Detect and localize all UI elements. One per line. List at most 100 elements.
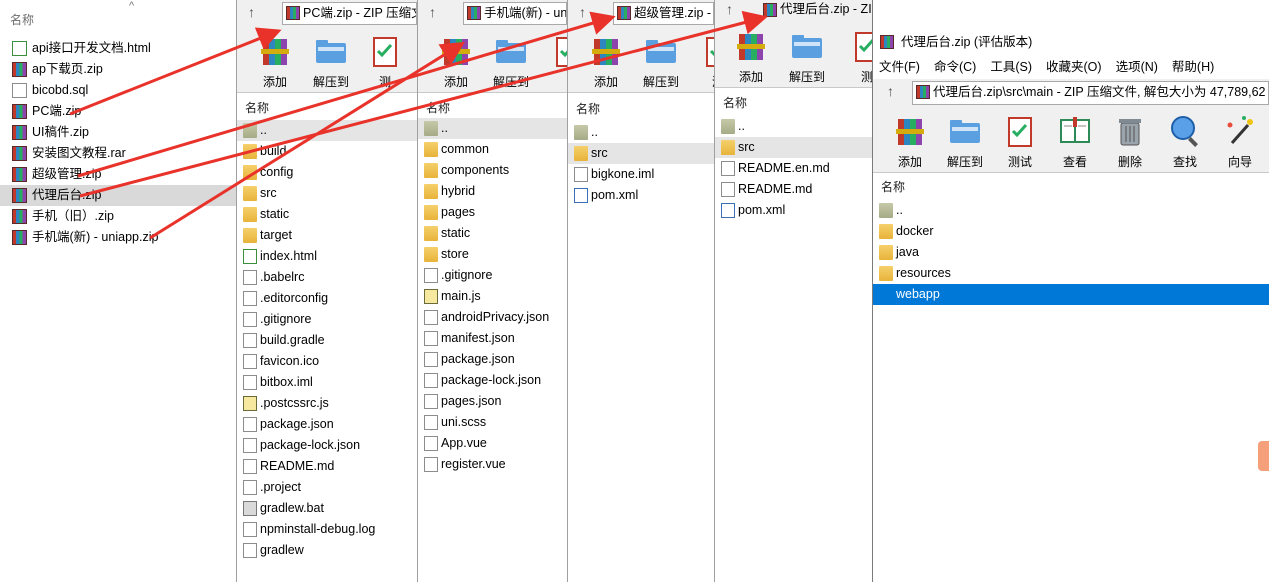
- menu-item[interactable]: 选项(N): [1116, 60, 1158, 74]
- column-header-name[interactable]: 名称: [568, 98, 714, 120]
- table-row[interactable]: .editorconfig: [237, 288, 417, 309]
- table-row[interactable]: package-lock.json: [418, 370, 567, 391]
- view-button[interactable]: 查看: [1047, 113, 1103, 170]
- table-row[interactable]: .postcssrc.js: [237, 393, 417, 414]
- table-row[interactable]: npminstall-debug.log: [237, 519, 417, 540]
- table-row[interactable]: resources: [873, 263, 1269, 284]
- test-button[interactable]: 测试: [992, 113, 1048, 170]
- up-arrow-icon[interactable]: ↑: [429, 4, 436, 20]
- table-row[interactable]: pom.xml: [568, 185, 714, 206]
- table-row[interactable]: ..: [568, 122, 714, 143]
- table-row[interactable]: package.json: [237, 414, 417, 435]
- add-button[interactable]: 添加: [428, 33, 484, 90]
- menu-item[interactable]: 帮助(H): [1172, 60, 1214, 74]
- table-row[interactable]: .gitignore: [418, 265, 567, 286]
- table-row[interactable]: src: [715, 137, 872, 158]
- table-row[interactable]: manifest.json: [418, 328, 567, 349]
- add-button[interactable]: 添加: [578, 33, 634, 90]
- add-button[interactable]: 添加: [882, 113, 938, 170]
- column-header-name[interactable]: 名称: [418, 97, 567, 119]
- extract-to-button[interactable]: 解压到: [633, 33, 689, 90]
- table-row[interactable]: gradlew: [237, 540, 417, 561]
- table-row[interactable]: App.vue: [418, 433, 567, 454]
- table-row[interactable]: uni.scss: [418, 412, 567, 433]
- table-row[interactable]: docker: [873, 221, 1269, 242]
- up-arrow-icon[interactable]: ↑: [726, 1, 733, 17]
- up-arrow-icon[interactable]: ↑: [887, 83, 894, 99]
- extract-to-button[interactable]: 解压到: [779, 28, 835, 85]
- table-row[interactable]: .babelrc: [237, 267, 417, 288]
- table-row[interactable]: README.md: [237, 456, 417, 477]
- test-button[interactable]: [540, 33, 567, 73]
- archive-path[interactable]: 手机端(新) - uni: [463, 2, 567, 25]
- table-row[interactable]: webapp: [873, 284, 1269, 305]
- archive-path[interactable]: 超级管理.zip -: [613, 2, 714, 25]
- list-item[interactable]: 手机端(新) - uniapp.zip: [0, 227, 236, 248]
- table-row[interactable]: pages: [418, 202, 567, 223]
- table-row[interactable]: ..: [418, 118, 567, 139]
- test-button[interactable]: 测: [690, 33, 714, 90]
- list-item[interactable]: ap下载页.zip: [0, 59, 236, 80]
- test-button[interactable]: 测: [357, 33, 413, 90]
- table-row[interactable]: androidPrivacy.json: [418, 307, 567, 328]
- sort-ascending-icon[interactable]: ^: [129, 0, 134, 12]
- table-row[interactable]: pom.xml: [715, 200, 872, 221]
- list-item[interactable]: 代理后台.zip: [0, 185, 236, 206]
- column-header-name[interactable]: 名称: [873, 176, 1269, 198]
- archive-path[interactable]: 代理后台.zip\src\main - ZIP 压缩文件, 解包大小为 47,7…: [912, 81, 1269, 105]
- column-header-name[interactable]: 名称: [10, 11, 34, 28]
- list-item[interactable]: PC端.zip: [0, 101, 236, 122]
- table-row[interactable]: src: [237, 183, 417, 204]
- list-item[interactable]: bicobd.sql: [0, 80, 236, 101]
- wizard-button[interactable]: 向导: [1212, 113, 1268, 170]
- table-row[interactable]: build.gradle: [237, 330, 417, 351]
- column-header-name[interactable]: 名称: [715, 92, 872, 114]
- table-row[interactable]: .gitignore: [237, 309, 417, 330]
- extract-to-button[interactable]: 解压到: [303, 33, 359, 90]
- table-row[interactable]: java: [873, 242, 1269, 263]
- add-button[interactable]: 添加: [247, 33, 303, 90]
- table-row[interactable]: package-lock.json: [237, 435, 417, 456]
- table-row[interactable]: static: [237, 204, 417, 225]
- table-row[interactable]: static: [418, 223, 567, 244]
- table-row[interactable]: src: [568, 143, 714, 164]
- column-header-name[interactable]: 名称: [237, 97, 417, 119]
- table-row[interactable]: README.md: [715, 179, 872, 200]
- table-row[interactable]: pages.json: [418, 391, 567, 412]
- table-row[interactable]: ..: [237, 120, 417, 141]
- table-row[interactable]: ..: [715, 116, 872, 137]
- table-row[interactable]: config: [237, 162, 417, 183]
- table-row[interactable]: target: [237, 225, 417, 246]
- table-row[interactable]: hybrid: [418, 181, 567, 202]
- list-item[interactable]: 超级管理.zip: [0, 164, 236, 185]
- table-row[interactable]: register.vue: [418, 454, 567, 475]
- list-item[interactable]: 安装图文教程.rar: [0, 143, 236, 164]
- table-row[interactable]: build: [237, 141, 417, 162]
- table-row[interactable]: common: [418, 139, 567, 160]
- menu-item[interactable]: 命令(C): [934, 60, 976, 74]
- table-row[interactable]: bigkone.iml: [568, 164, 714, 185]
- table-row[interactable]: main.js: [418, 286, 567, 307]
- table-row[interactable]: gradlew.bat: [237, 498, 417, 519]
- table-row[interactable]: package.json: [418, 349, 567, 370]
- delete-button[interactable]: 删除: [1102, 113, 1158, 170]
- extract-to-button[interactable]: 解压到: [937, 113, 993, 170]
- table-row[interactable]: components: [418, 160, 567, 181]
- menu-item[interactable]: 工具(S): [990, 60, 1032, 74]
- menu-item[interactable]: 收藏夹(O): [1046, 60, 1102, 74]
- list-item[interactable]: 手机（旧）.zip: [0, 206, 236, 227]
- archive-path[interactable]: PC端.zip - ZIP 压缩文: [282, 2, 417, 25]
- menu-item[interactable]: 文件(F): [879, 60, 920, 74]
- extract-to-button[interactable]: 解压到: [483, 33, 539, 90]
- table-row[interactable]: index.html: [237, 246, 417, 267]
- find-button[interactable]: 查找: [1157, 113, 1213, 170]
- list-item[interactable]: UI稿件.zip: [0, 122, 236, 143]
- table-row[interactable]: README.en.md: [715, 158, 872, 179]
- up-arrow-icon[interactable]: ↑: [579, 4, 586, 20]
- table-row[interactable]: .project: [237, 477, 417, 498]
- archive-path[interactable]: 代理后台.zip - ZIP 压缩文件, 解包大小为 47,789,624 字节: [760, 0, 872, 20]
- table-row[interactable]: ..: [873, 200, 1269, 221]
- table-row[interactable]: favicon.ico: [237, 351, 417, 372]
- up-arrow-icon[interactable]: ↑: [248, 4, 255, 20]
- list-item[interactable]: api接口开发文档.html: [0, 38, 236, 59]
